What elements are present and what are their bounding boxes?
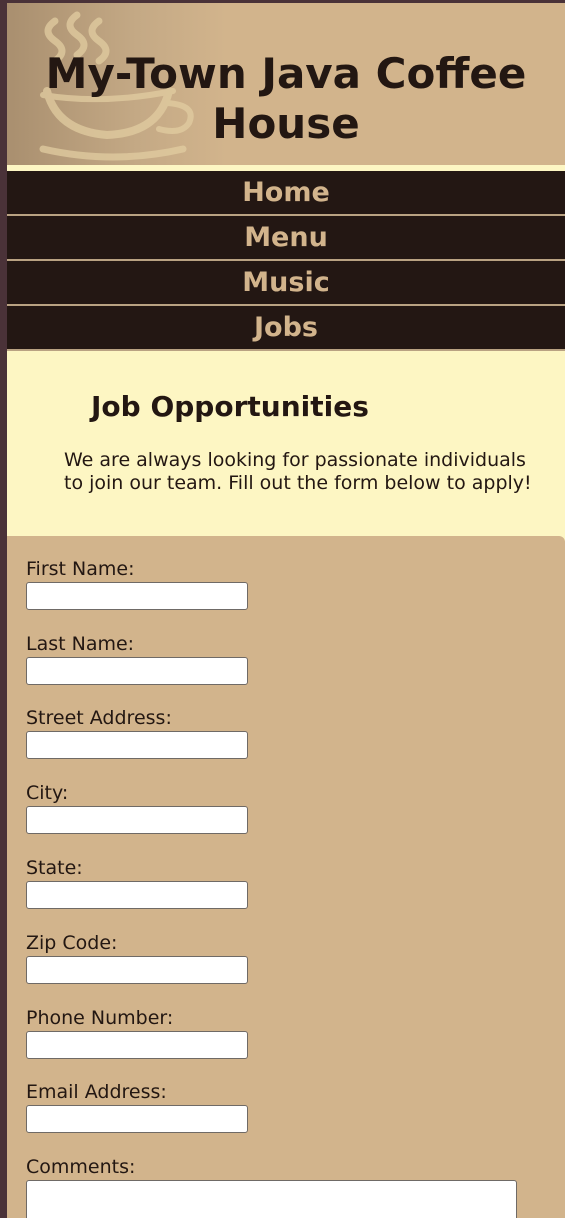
email-address-group: Email Address: <box>26 1081 248 1133</box>
city-label: City: <box>26 782 69 804</box>
first-name-input[interactable] <box>26 582 248 610</box>
comments-textarea[interactable] <box>26 1180 517 1218</box>
comments-group: Comments: <box>26 1156 517 1218</box>
first-name-group: First Name: <box>26 558 248 610</box>
street-address-group: Street Address: <box>26 707 248 759</box>
zip-code-label: Zip Code: <box>26 932 118 954</box>
site-header: My-Town Java Coffee House <box>7 3 565 165</box>
last-name-input[interactable] <box>26 657 248 685</box>
email-address-input[interactable] <box>26 1105 248 1133</box>
intro-text: We are always looking for passionate ind… <box>64 449 532 494</box>
state-label: State: <box>26 857 83 879</box>
state-input[interactable] <box>26 881 248 909</box>
main-nav: Home Menu Music Jobs <box>7 171 565 351</box>
nav-item-home[interactable]: Home <box>7 171 565 216</box>
street-address-input[interactable] <box>26 731 248 759</box>
email-address-label: Email Address: <box>26 1081 167 1103</box>
phone-number-input[interactable] <box>26 1031 248 1059</box>
page-heading: Job Opportunities <box>91 390 369 423</box>
first-name-label: First Name: <box>26 558 135 580</box>
zip-code-input[interactable] <box>26 956 248 984</box>
zip-code-group: Zip Code: <box>26 932 248 984</box>
nav-item-menu[interactable]: Menu <box>7 216 565 261</box>
phone-number-group: Phone Number: <box>26 1007 248 1059</box>
site-title: My-Town Java Coffee House <box>45 49 527 148</box>
city-input[interactable] <box>26 806 248 834</box>
city-group: City: <box>26 782 248 834</box>
street-address-label: Street Address: <box>26 707 172 729</box>
state-group: State: <box>26 857 248 909</box>
comments-label: Comments: <box>26 1156 136 1178</box>
job-application-form: First Name: Last Name: Street Address: C… <box>7 536 565 1218</box>
last-name-group: Last Name: <box>26 633 248 685</box>
page: My-Town Java Coffee House Home Menu Musi… <box>7 3 565 1218</box>
header-divider <box>7 165 565 170</box>
nav-item-jobs[interactable]: Jobs <box>7 306 565 351</box>
nav-item-music[interactable]: Music <box>7 261 565 306</box>
last-name-label: Last Name: <box>26 633 135 655</box>
phone-number-label: Phone Number: <box>26 1007 174 1029</box>
